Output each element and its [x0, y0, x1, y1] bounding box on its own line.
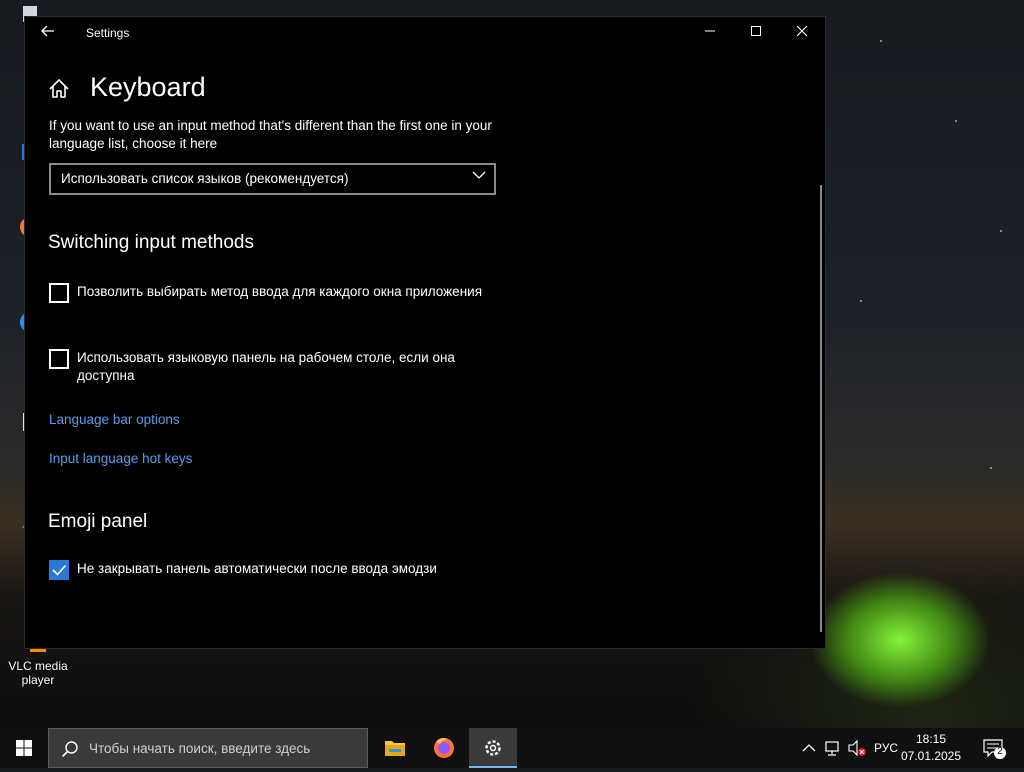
taskbar-file-explorer[interactable] [371, 728, 419, 768]
taskbar: Чтобы начать поиск, введите здесь РУС 18… [0, 728, 1024, 768]
star [955, 120, 957, 122]
clock[interactable]: 18:15 07.01.2025 [900, 731, 962, 765]
input-language-hotkeys-link[interactable]: Input language hot keys [49, 451, 192, 466]
minimize-icon [705, 30, 715, 32]
checkbox-label: Не закрывать панель автоматически после … [77, 561, 437, 576]
chevron-down-icon [472, 171, 486, 179]
taskbar-search-box[interactable]: Чтобы начать поиск, введите здесь [48, 728, 368, 768]
close-button[interactable] [779, 17, 825, 49]
network-tray-button[interactable] [822, 728, 844, 768]
chevron-up-icon [802, 744, 816, 752]
windows-logo-icon [16, 740, 32, 756]
title-bar[interactable]: Settings [25, 17, 825, 49]
scrollbar[interactable] [820, 185, 822, 632]
page-title: Keyboard [90, 72, 206, 102]
section-heading-switching: Switching input methods [48, 232, 254, 253]
checkbox-label: Использовать языковую панель на рабочем … [77, 350, 455, 383]
search-icon [61, 741, 78, 758]
network-icon [825, 741, 839, 756]
search-placeholder: Чтобы начать поиск, введите здесь [89, 741, 311, 756]
checkbox-per-app-input[interactable]: Позволить выбирать метод ввода для каждо… [49, 283, 509, 323]
checkbox-box-checked[interactable] [49, 560, 69, 580]
action-center-button[interactable]: 2 [978, 728, 1012, 768]
section-heading-emoji: Emoji panel [48, 511, 148, 532]
star [880, 40, 882, 42]
maximize-button[interactable] [733, 17, 779, 49]
clock-date: 07.01.2025 [900, 749, 962, 763]
star [990, 467, 992, 469]
input-language-indicator[interactable]: РУС [872, 728, 900, 768]
close-icon [796, 25, 808, 37]
settings-icon [485, 740, 501, 756]
show-hidden-icons-button[interactable] [798, 728, 820, 768]
volume-tray-button[interactable] [846, 728, 868, 768]
minimize-button[interactable] [687, 17, 733, 49]
checkmark-icon [52, 564, 67, 576]
input-method-description: If you want to use an input method that'… [49, 118, 492, 151]
checkbox-box[interactable] [49, 283, 69, 303]
back-button[interactable] [37, 23, 59, 43]
notifications-icon [983, 739, 1006, 759]
start-button[interactable] [0, 728, 48, 768]
settings-window: Settings Keyboard If you want to use an … [25, 17, 825, 648]
file-explorer-icon [385, 741, 405, 756]
desktop-icon-label: VLC media player [8, 659, 68, 687]
dropdown-value: Использовать список языков (рекомендуетс… [61, 171, 349, 186]
clock-time: 18:15 [915, 732, 947, 746]
volume-muted-icon [848, 739, 866, 757]
star [1000, 230, 1002, 232]
notifications-count-badge: 2 [997, 746, 1003, 757]
checkbox-label: Позволить выбирать метод ввода для каждо… [77, 284, 482, 299]
taskbar-settings[interactable] [469, 728, 517, 768]
firefox-icon [434, 738, 454, 758]
window-title: Settings [86, 26, 130, 40]
back-arrow-icon [41, 25, 54, 37]
checkbox-desktop-language-bar[interactable]: Использовать языковую панель на рабочем … [49, 349, 509, 389]
input-method-dropdown[interactable]: Использовать список языков (рекомендуетс… [49, 163, 496, 195]
home-icon[interactable] [47, 77, 71, 101]
taskbar-firefox[interactable] [420, 728, 468, 768]
star [860, 300, 862, 302]
checkbox-keep-emoji-panel-open[interactable]: Не закрывать панель автоматически после … [49, 560, 509, 582]
checkbox-box[interactable] [49, 349, 69, 369]
maximize-icon [751, 26, 761, 36]
language-bar-options-link[interactable]: Language bar options [49, 412, 180, 427]
